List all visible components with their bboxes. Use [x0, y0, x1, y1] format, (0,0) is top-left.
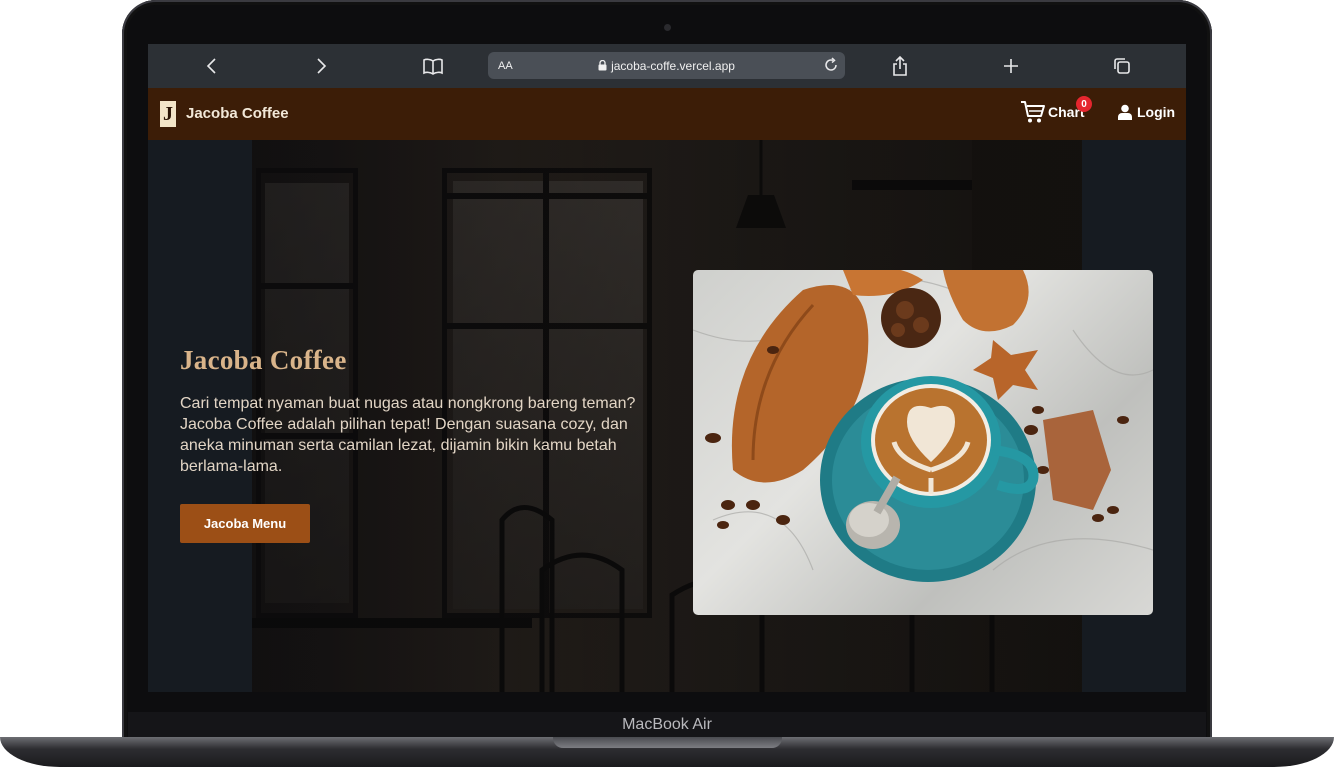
- bookmarks-icon[interactable]: [418, 52, 448, 80]
- hero-title: Jacoba Coffee: [180, 345, 347, 375]
- laptop-hinge-notch: [553, 737, 782, 748]
- share-icon[interactable]: [885, 52, 915, 80]
- coffee-photo: [693, 270, 1153, 615]
- url-text: jacoba-coffe.vercel.app: [488, 59, 845, 73]
- hero-section: Jacoba Coffee Cari tempat nyaman buat nu…: [148, 140, 1186, 692]
- cart-button[interactable]: Chart 0: [1020, 96, 1092, 124]
- site-title[interactable]: Jacoba Coffee: [186, 105, 289, 122]
- cart-count-badge: 0: [1076, 96, 1092, 112]
- site-logo[interactable]: J: [160, 101, 176, 127]
- browser-toolbar: AA jacoba-coffe.vercel.app: [148, 44, 1186, 88]
- back-icon[interactable]: [197, 52, 227, 80]
- reload-icon[interactable]: [823, 57, 839, 76]
- user-icon: [1118, 104, 1132, 120]
- lock-icon: [598, 59, 607, 70]
- laptop-screen: AA jacoba-coffe.vercel.app J Jacoba Coff…: [148, 44, 1186, 692]
- jacoba-menu-button[interactable]: Jacoba Menu: [180, 504, 310, 543]
- tabs-icon[interactable]: [1107, 52, 1137, 80]
- hero-description: Cari tempat nyaman buat nugas atau nongk…: [180, 395, 636, 475]
- camera-icon: [664, 24, 671, 31]
- new-tab-icon[interactable]: [996, 52, 1026, 80]
- address-bar[interactable]: AA jacoba-coffe.vercel.app: [488, 52, 845, 79]
- login-button[interactable]: Login: [1118, 104, 1175, 120]
- site-navbar: J Jacoba Coffee Chart 0 Login: [148, 88, 1186, 140]
- login-label: Login: [1137, 104, 1176, 120]
- cart-icon: [1021, 101, 1045, 123]
- forward-icon[interactable]: [306, 52, 336, 80]
- device-brand-label: MacBook Air: [622, 716, 712, 733]
